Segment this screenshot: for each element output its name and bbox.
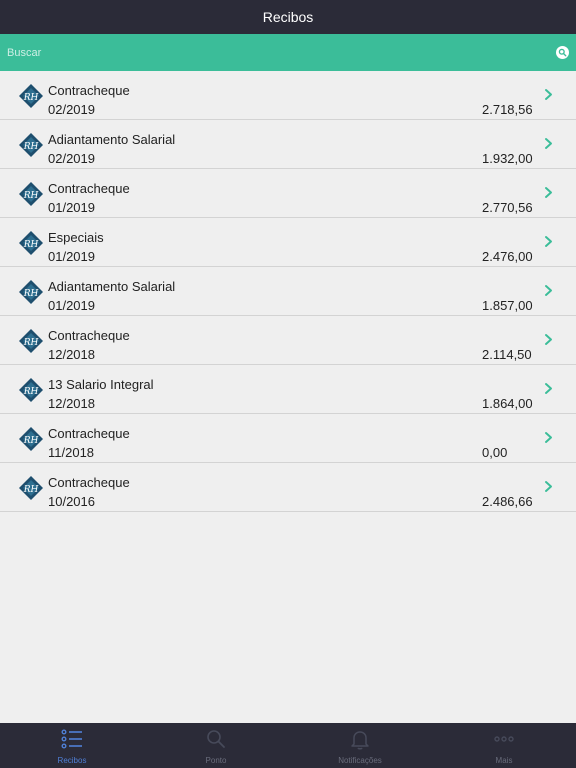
svg-text:RH: RH	[23, 142, 39, 152]
receipt-value: 2.486,66	[482, 494, 533, 509]
receipt-value: 2.476,00	[482, 249, 533, 264]
receipt-row[interactable]: RH Adiantamento Salarial 02/2019 1.932,0…	[0, 120, 576, 169]
receipt-row[interactable]: RH Contracheque 12/2018 2.114,50	[0, 316, 576, 365]
receipts-list: RH Contracheque 02/2019 2.718,56 RH Adia…	[0, 71, 576, 512]
receipt-date: 02/2019	[48, 151, 95, 166]
receipt-title: 13 Salario Integral	[48, 377, 154, 392]
rh-logo-icon: RH	[19, 476, 43, 500]
tab-label: Recibos	[57, 756, 87, 765]
receipt-value: 1.932,00	[482, 151, 533, 166]
rh-logo-icon: RH	[19, 378, 43, 402]
more-icon	[494, 736, 514, 742]
receipt-date: 12/2018	[48, 396, 95, 411]
navigation-bar: Recibos	[0, 0, 576, 34]
tab-ponto[interactable]: Ponto	[144, 723, 288, 768]
chevron-right-icon	[545, 89, 552, 100]
rh-logo-icon: RH	[19, 133, 43, 157]
receipt-title: Adiantamento Salarial	[48, 132, 176, 147]
receipt-value: 2.114,50	[482, 347, 532, 362]
receipt-row[interactable]: RH 13 Salario Integral 12/2018 1.864,00	[0, 365, 576, 414]
receipt-date: 11/2018	[48, 445, 95, 460]
search-icon[interactable]	[556, 46, 569, 59]
svg-text:RH: RH	[23, 93, 39, 103]
rh-logo-icon: RH	[19, 329, 43, 353]
svg-text:RH: RH	[23, 436, 39, 446]
chevron-right-icon	[545, 432, 552, 443]
receipt-value: 0,00	[482, 445, 508, 460]
svg-text:RH: RH	[23, 191, 39, 201]
receipt-row[interactable]: RH Adiantamento Salarial 01/2019 1.857,0…	[0, 267, 576, 316]
receipt-row[interactable]: RH Contracheque 11/2018 0,00	[0, 414, 576, 463]
chevron-right-icon	[545, 481, 552, 492]
receipt-row[interactable]: RH Contracheque 10/2016 2.486,66	[0, 463, 576, 512]
receipt-value: 1.864,00	[482, 396, 533, 411]
search-bar	[0, 34, 576, 71]
svg-text:RH: RH	[23, 240, 39, 250]
receipt-row[interactable]: RH Contracheque 02/2019 2.718,56	[0, 71, 576, 120]
rh-logo-icon: RH	[19, 182, 43, 206]
receipt-date: 02/2019	[48, 102, 95, 117]
tab-label: Ponto	[205, 756, 227, 765]
rh-logo-icon: RH	[19, 84, 43, 108]
receipt-title: Contracheque	[48, 328, 130, 343]
receipt-date: 01/2019	[48, 249, 95, 264]
receipt-date: 01/2019	[48, 298, 95, 313]
svg-text:RH: RH	[23, 387, 39, 397]
chevron-right-icon	[545, 187, 552, 198]
rh-logo-icon: RH	[19, 280, 43, 304]
receipt-date: 10/2016	[48, 494, 95, 509]
rh-logo-icon: RH	[19, 427, 43, 451]
receipt-title: Contracheque	[48, 83, 130, 98]
bell-icon	[351, 731, 369, 750]
chevron-right-icon	[545, 285, 552, 296]
receipt-value: 2.770,56	[482, 200, 533, 215]
svg-text:RH: RH	[23, 289, 39, 299]
receipt-date: 01/2019	[48, 200, 95, 215]
tab-label: Mais	[495, 756, 513, 765]
tab-mais[interactable]: Mais	[432, 723, 576, 768]
chevron-right-icon	[545, 236, 552, 247]
receipt-title: Contracheque	[48, 475, 130, 490]
search-icon	[207, 730, 225, 748]
tab-bar: Recibos Ponto Notificações Mais	[0, 723, 576, 768]
receipt-date: 12/2018	[48, 347, 95, 362]
receipt-value: 1.857,00	[482, 298, 533, 313]
svg-text:RH: RH	[23, 338, 39, 348]
receipt-row[interactable]: RH Especiais 01/2019 2.476,00	[0, 218, 576, 267]
svg-text:RH: RH	[23, 485, 39, 495]
receipt-title: Contracheque	[48, 181, 130, 196]
tab-notificacoes[interactable]: Notificações	[288, 723, 432, 768]
chevron-right-icon	[545, 383, 552, 394]
tab-recibos[interactable]: Recibos	[0, 723, 144, 768]
search-input[interactable]	[7, 46, 556, 59]
receipt-row[interactable]: RH Contracheque 01/2019 2.770,56	[0, 169, 576, 218]
receipt-value: 2.718,56	[482, 102, 533, 117]
list-icon	[61, 729, 82, 749]
chevron-right-icon	[545, 138, 552, 149]
receipt-title: Especiais	[48, 230, 104, 245]
receipt-title: Contracheque	[48, 426, 130, 441]
tab-label: Notificações	[338, 756, 382, 765]
rh-logo-icon: RH	[19, 231, 43, 255]
chevron-right-icon	[545, 334, 552, 345]
receipt-title: Adiantamento Salarial	[48, 279, 176, 294]
page-title: Recibos	[262, 9, 314, 25]
